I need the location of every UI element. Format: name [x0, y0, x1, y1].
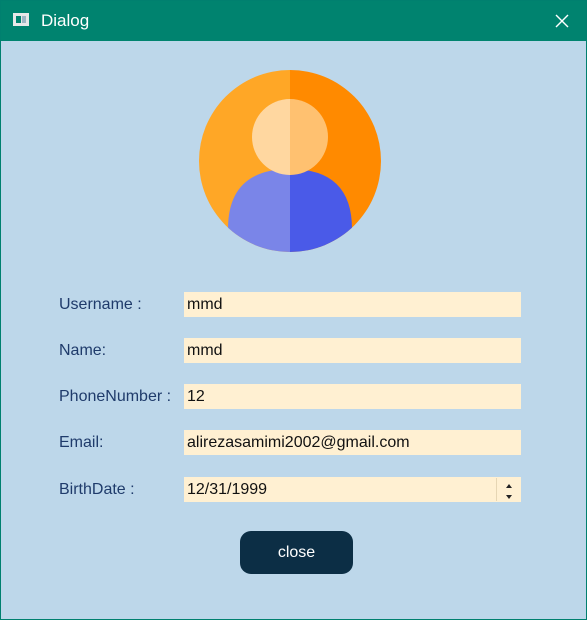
name-label: Name:	[59, 342, 107, 359]
title-bar[interactable]: Dialog	[1, 1, 586, 41]
birthdate-field[interactable]	[184, 477, 521, 502]
dialog-window: Dialog Username : Name: PhoneNumber	[0, 0, 587, 620]
email-field[interactable]	[184, 430, 521, 455]
close-button[interactable]: close	[240, 531, 353, 574]
spin-down-icon[interactable]	[497, 490, 521, 501]
spin-up-icon[interactable]	[497, 478, 521, 489]
window-app-icon	[13, 13, 29, 26]
email-label: Email:	[59, 434, 104, 451]
date-spinner[interactable]	[496, 478, 521, 501]
close-icon[interactable]	[552, 11, 572, 31]
name-field[interactable]	[184, 338, 521, 363]
phone-field[interactable]	[184, 384, 521, 409]
username-label: Username :	[59, 296, 142, 313]
username-field[interactable]	[184, 292, 521, 317]
birthdate-label: BirthDate :	[59, 481, 135, 498]
window-title: Dialog	[41, 11, 90, 30]
user-avatar-icon	[198, 69, 382, 253]
phone-label: PhoneNumber :	[59, 388, 172, 405]
